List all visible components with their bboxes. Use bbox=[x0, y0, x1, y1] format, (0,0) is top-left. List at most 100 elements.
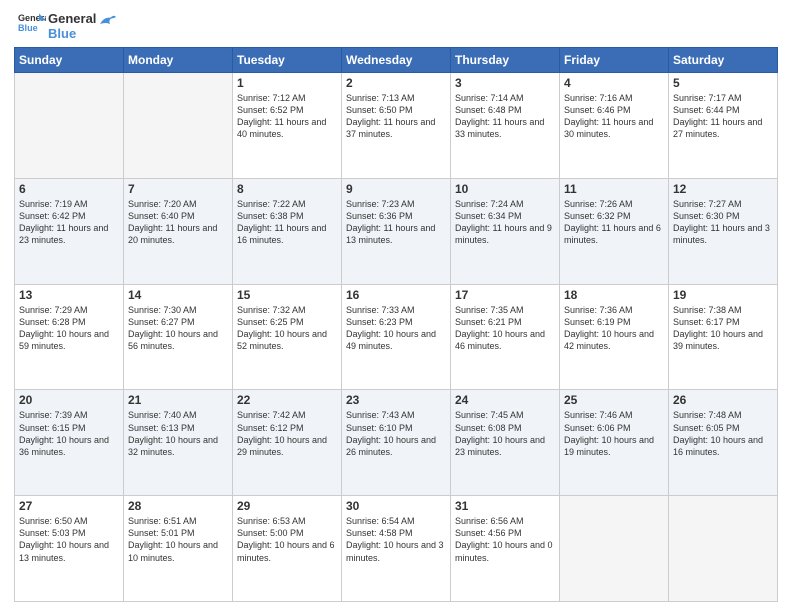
col-header-sunday: Sunday bbox=[15, 48, 124, 73]
day-number: 29 bbox=[237, 499, 337, 513]
day-number: 22 bbox=[237, 393, 337, 407]
calendar-cell: 6 Sunrise: 7:19 AM Sunset: 6:42 PM Daylig… bbox=[15, 178, 124, 284]
calendar-cell bbox=[124, 73, 233, 179]
header-row: SundayMondayTuesdayWednesdayThursdayFrid… bbox=[15, 48, 778, 73]
day-number: 28 bbox=[128, 499, 228, 513]
logo-general: General bbox=[48, 12, 96, 26]
day-info: Sunrise: 7:33 AM Sunset: 6:23 PM Dayligh… bbox=[346, 304, 446, 353]
calendar-cell: 14 Sunrise: 7:30 AM Sunset: 6:27 PM Dayli… bbox=[124, 284, 233, 390]
calendar-cell: 2 Sunrise: 7:13 AM Sunset: 6:50 PM Daylig… bbox=[342, 73, 451, 179]
day-number: 25 bbox=[564, 393, 664, 407]
calendar-cell: 1 Sunrise: 7:12 AM Sunset: 6:52 PM Daylig… bbox=[233, 73, 342, 179]
day-info: Sunrise: 7:19 AM Sunset: 6:42 PM Dayligh… bbox=[19, 198, 119, 247]
day-number: 6 bbox=[19, 182, 119, 196]
day-number: 23 bbox=[346, 393, 446, 407]
col-header-thursday: Thursday bbox=[451, 48, 560, 73]
calendar-cell: 30 Sunrise: 6:54 AM Sunset: 4:58 PM Dayli… bbox=[342, 496, 451, 602]
col-header-saturday: Saturday bbox=[669, 48, 778, 73]
calendar-cell: 22 Sunrise: 7:42 AM Sunset: 6:12 PM Dayli… bbox=[233, 390, 342, 496]
day-info: Sunrise: 7:48 AM Sunset: 6:05 PM Dayligh… bbox=[673, 409, 773, 458]
day-number: 1 bbox=[237, 76, 337, 90]
day-number: 2 bbox=[346, 76, 446, 90]
calendar-cell: 25 Sunrise: 7:46 AM Sunset: 6:06 PM Dayli… bbox=[560, 390, 669, 496]
day-info: Sunrise: 7:14 AM Sunset: 6:48 PM Dayligh… bbox=[455, 92, 555, 141]
day-info: Sunrise: 7:27 AM Sunset: 6:30 PM Dayligh… bbox=[673, 198, 773, 247]
col-header-monday: Monday bbox=[124, 48, 233, 73]
day-number: 17 bbox=[455, 288, 555, 302]
week-row-3: 13 Sunrise: 7:29 AM Sunset: 6:28 PM Dayli… bbox=[15, 284, 778, 390]
calendar-cell: 16Sunrise: 7:33 AM Sunset: 6:23 PM Dayli… bbox=[342, 284, 451, 390]
day-info: Sunrise: 7:46 AM Sunset: 6:06 PM Dayligh… bbox=[564, 409, 664, 458]
calendar-cell: 4Sunrise: 7:16 AM Sunset: 6:46 PM Daylig… bbox=[560, 73, 669, 179]
day-number: 5 bbox=[673, 76, 773, 90]
day-info: Sunrise: 7:16 AM Sunset: 6:46 PM Dayligh… bbox=[564, 92, 664, 141]
logo-icon: General Blue bbox=[18, 10, 46, 38]
day-info: Sunrise: 7:32 AM Sunset: 6:25 PM Dayligh… bbox=[237, 304, 337, 353]
calendar-cell: 11 Sunrise: 7:26 AM Sunset: 6:32 PM Dayli… bbox=[560, 178, 669, 284]
calendar-cell: 15 Sunrise: 7:32 AM Sunset: 6:25 PM Dayli… bbox=[233, 284, 342, 390]
day-number: 8 bbox=[237, 182, 337, 196]
day-info: Sunrise: 7:45 AM Sunset: 6:08 PM Dayligh… bbox=[455, 409, 555, 458]
calendar-cell: 13 Sunrise: 7:29 AM Sunset: 6:28 PM Dayli… bbox=[15, 284, 124, 390]
day-number: 3 bbox=[455, 76, 555, 90]
day-info: Sunrise: 7:20 AM Sunset: 6:40 PM Dayligh… bbox=[128, 198, 228, 247]
calendar-cell bbox=[669, 496, 778, 602]
day-number: 18 bbox=[564, 288, 664, 302]
calendar-cell: 5 Sunrise: 7:17 AM Sunset: 6:44 PM Daylig… bbox=[669, 73, 778, 179]
day-info: Sunrise: 7:12 AM Sunset: 6:52 PM Dayligh… bbox=[237, 92, 337, 141]
week-row-1: 1 Sunrise: 7:12 AM Sunset: 6:52 PM Daylig… bbox=[15, 73, 778, 179]
day-number: 26 bbox=[673, 393, 773, 407]
day-info: Sunrise: 6:53 AM Sunset: 5:00 PM Dayligh… bbox=[237, 515, 337, 564]
day-info: Sunrise: 7:36 AM Sunset: 6:19 PM Dayligh… bbox=[564, 304, 664, 353]
day-info: Sunrise: 6:56 AM Sunset: 4:56 PM Dayligh… bbox=[455, 515, 555, 564]
calendar-cell bbox=[15, 73, 124, 179]
day-number: 9 bbox=[346, 182, 446, 196]
day-info: Sunrise: 7:40 AM Sunset: 6:13 PM Dayligh… bbox=[128, 409, 228, 458]
calendar-cell: 29 Sunrise: 6:53 AM Sunset: 5:00 PM Dayli… bbox=[233, 496, 342, 602]
day-info: Sunrise: 7:17 AM Sunset: 6:44 PM Dayligh… bbox=[673, 92, 773, 141]
day-number: 27 bbox=[19, 499, 119, 513]
col-header-wednesday: Wednesday bbox=[342, 48, 451, 73]
day-info: Sunrise: 6:54 AM Sunset: 4:58 PM Dayligh… bbox=[346, 515, 446, 564]
day-number: 24 bbox=[455, 393, 555, 407]
day-number: 19 bbox=[673, 288, 773, 302]
day-info: Sunrise: 7:39 AM Sunset: 6:15 PM Dayligh… bbox=[19, 409, 119, 458]
calendar-cell: 23 Sunrise: 7:43 AM Sunset: 6:10 PM Dayli… bbox=[342, 390, 451, 496]
day-info: Sunrise: 7:22 AM Sunset: 6:38 PM Dayligh… bbox=[237, 198, 337, 247]
day-info: Sunrise: 7:13 AM Sunset: 6:50 PM Dayligh… bbox=[346, 92, 446, 141]
day-info: Sunrise: 7:30 AM Sunset: 6:27 PM Dayligh… bbox=[128, 304, 228, 353]
day-number: 30 bbox=[346, 499, 446, 513]
col-header-friday: Friday bbox=[560, 48, 669, 73]
day-number: 11 bbox=[564, 182, 664, 196]
calendar-cell: 19Sunrise: 7:38 AM Sunset: 6:17 PM Dayli… bbox=[669, 284, 778, 390]
logo-bird-icon bbox=[98, 14, 116, 32]
day-info: Sunrise: 7:29 AM Sunset: 6:28 PM Dayligh… bbox=[19, 304, 119, 353]
calendar-cell: 21Sunrise: 7:40 AM Sunset: 6:13 PM Dayli… bbox=[124, 390, 233, 496]
calendar-cell bbox=[560, 496, 669, 602]
calendar-cell: 28 Sunrise: 6:51 AM Sunset: 5:01 PM Dayli… bbox=[124, 496, 233, 602]
calendar-cell: 24 Sunrise: 7:45 AM Sunset: 6:08 PM Dayli… bbox=[451, 390, 560, 496]
day-number: 15 bbox=[237, 288, 337, 302]
day-number: 14 bbox=[128, 288, 228, 302]
day-info: Sunrise: 7:24 AM Sunset: 6:34 PM Dayligh… bbox=[455, 198, 555, 247]
logo: General Blue General Blue bbox=[14, 10, 116, 43]
day-number: 10 bbox=[455, 182, 555, 196]
day-number: 20 bbox=[19, 393, 119, 407]
svg-text:Blue: Blue bbox=[18, 23, 38, 33]
col-header-tuesday: Tuesday bbox=[233, 48, 342, 73]
calendar-cell: 9 Sunrise: 7:23 AM Sunset: 6:36 PM Daylig… bbox=[342, 178, 451, 284]
calendar-cell: 31 Sunrise: 6:56 AM Sunset: 4:56 PM Dayli… bbox=[451, 496, 560, 602]
day-info: Sunrise: 7:43 AM Sunset: 6:10 PM Dayligh… bbox=[346, 409, 446, 458]
day-info: Sunrise: 7:42 AM Sunset: 6:12 PM Dayligh… bbox=[237, 409, 337, 458]
day-number: 31 bbox=[455, 499, 555, 513]
calendar-cell: 10 Sunrise: 7:24 AM Sunset: 6:34 PM Dayli… bbox=[451, 178, 560, 284]
day-info: Sunrise: 7:35 AM Sunset: 6:21 PM Dayligh… bbox=[455, 304, 555, 353]
day-info: Sunrise: 6:51 AM Sunset: 5:01 PM Dayligh… bbox=[128, 515, 228, 564]
calendar-cell: 17 Sunrise: 7:35 AM Sunset: 6:21 PM Dayli… bbox=[451, 284, 560, 390]
day-info: Sunrise: 7:26 AM Sunset: 6:32 PM Dayligh… bbox=[564, 198, 664, 247]
day-info: Sunrise: 7:23 AM Sunset: 6:36 PM Dayligh… bbox=[346, 198, 446, 247]
day-number: 7 bbox=[128, 182, 228, 196]
day-number: 13 bbox=[19, 288, 119, 302]
calendar-cell: 7 Sunrise: 7:20 AM Sunset: 6:40 PM Daylig… bbox=[124, 178, 233, 284]
calendar-cell: 3 Sunrise: 7:14 AM Sunset: 6:48 PM Daylig… bbox=[451, 73, 560, 179]
